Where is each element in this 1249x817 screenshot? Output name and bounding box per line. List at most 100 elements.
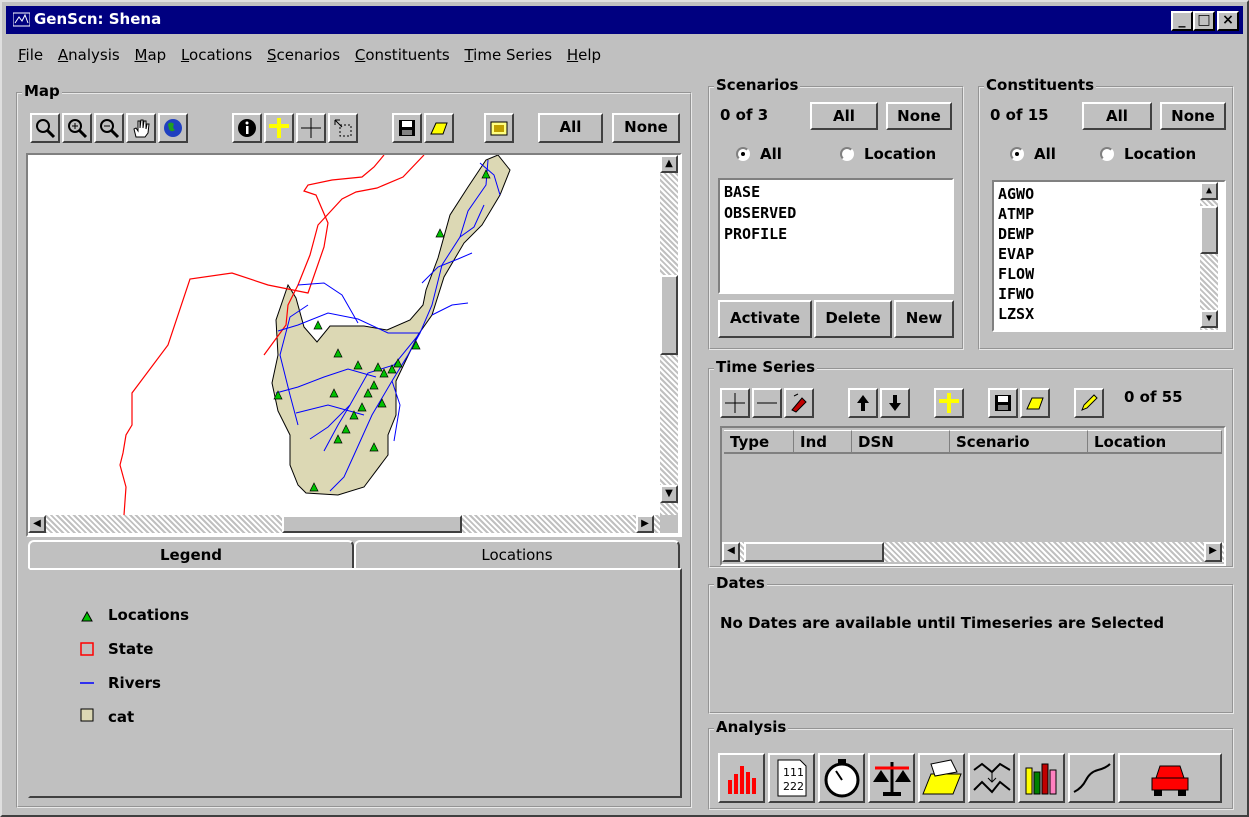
tab-legend[interactable]: Legend xyxy=(28,540,354,570)
zoom-extent-button[interactable] xyxy=(30,113,60,143)
constituents-scroll-up-button[interactable]: ▲ xyxy=(1200,182,1218,200)
frequency-analysis-button[interactable] xyxy=(968,753,1015,803)
menu-scenarios[interactable]: Scenarios xyxy=(267,46,340,64)
scenarios-radio-all[interactable] xyxy=(736,147,750,161)
constituents-vscroll-thumb[interactable] xyxy=(1200,206,1218,254)
select-timeseries-button[interactable] xyxy=(934,388,964,418)
close-button[interactable]: × xyxy=(1217,11,1239,31)
list-item[interactable]: DEWP xyxy=(998,224,1220,244)
legend-panel: Locations State Rivers cat xyxy=(28,568,682,798)
menu-analysis[interactable]: Analysis xyxy=(58,46,120,64)
timeseries-scroll-left-button[interactable]: ◀ xyxy=(722,542,740,562)
tab-locations[interactable]: Locations xyxy=(354,540,680,570)
menu-help[interactable]: Help xyxy=(567,46,601,64)
menu-file[interactable]: File xyxy=(18,46,43,64)
map-hscroll-thumb[interactable] xyxy=(282,515,462,533)
compare-analysis-button[interactable] xyxy=(868,753,915,803)
map-vscroll-thumb[interactable] xyxy=(660,275,678,355)
scenarios-radio-location[interactable] xyxy=(840,147,854,161)
list-item[interactable]: FLOW xyxy=(998,264,1220,284)
open-map-button[interactable] xyxy=(424,113,454,143)
constituents-none-button[interactable]: None xyxy=(1160,102,1226,130)
pencils-icon xyxy=(1025,763,1056,795)
graph-analysis-button[interactable] xyxy=(718,753,765,803)
move-up-button[interactable] xyxy=(848,388,878,418)
new-button[interactable]: New xyxy=(894,300,954,338)
minimize-button[interactable]: _ xyxy=(1171,11,1193,31)
column-header-ind[interactable]: Ind xyxy=(794,430,852,454)
crosshair-button[interactable] xyxy=(296,113,326,143)
pencil-icon xyxy=(1081,394,1098,411)
column-header-dsn[interactable]: DSN xyxy=(852,430,950,454)
edit-timeseries-button[interactable] xyxy=(1074,388,1104,418)
timeseries-hscroll-thumb[interactable] xyxy=(744,542,884,562)
map-scroll-down-button[interactable]: ▼ xyxy=(660,485,678,503)
file-analysis-button[interactable] xyxy=(918,753,965,803)
delete-button[interactable]: Delete xyxy=(814,300,892,338)
zoom-out-button[interactable] xyxy=(94,113,124,143)
state-legend-icon xyxy=(80,642,94,656)
column-header-type[interactable]: Type xyxy=(724,430,794,454)
move-down-button[interactable] xyxy=(880,388,910,418)
constituents-radio-location[interactable] xyxy=(1100,147,1114,161)
generate-analysis-button[interactable] xyxy=(1018,753,1065,803)
title-bar[interactable]: GenScn: Shena _ □ × xyxy=(6,6,1243,34)
scenarios-none-button[interactable]: None xyxy=(886,102,952,130)
menu-constituents[interactable]: Constituents xyxy=(355,46,450,64)
legend-label-locations: Locations xyxy=(108,606,190,624)
duration-analysis-button[interactable] xyxy=(818,753,865,803)
menu-map[interactable]: Map xyxy=(135,46,167,64)
list-item[interactable]: AGWO xyxy=(998,184,1220,204)
map-scroll-up-button[interactable]: ▲ xyxy=(660,155,678,173)
timeseries-table[interactable]: Type Ind DSN Scenario Location ◀ ▶ xyxy=(720,426,1226,566)
run-analysis-button[interactable] xyxy=(1118,753,1222,803)
constituents-scroll-down-button[interactable]: ▼ xyxy=(1200,310,1218,328)
menu-locations[interactable]: Locations xyxy=(181,46,252,64)
map-scroll-right-button[interactable]: ▶ xyxy=(636,515,654,533)
scenarios-all-button[interactable]: All xyxy=(810,102,878,130)
activate-button[interactable]: Activate xyxy=(718,300,812,338)
list-item[interactable]: BASE xyxy=(724,182,948,203)
maximize-button[interactable]: □ xyxy=(1193,11,1215,31)
save-timeseries-button[interactable] xyxy=(988,388,1018,418)
yellow-cross-icon xyxy=(269,118,289,138)
menu-bar: File Analysis Map Locations Scenarios Co… xyxy=(18,46,611,70)
pan-button[interactable] xyxy=(126,113,156,143)
zoom-in-button[interactable] xyxy=(62,113,92,143)
constituents-all-button[interactable]: All xyxy=(1082,102,1152,130)
identify-button[interactable] xyxy=(232,113,262,143)
scenarios-list[interactable]: BASE OBSERVED PROFILE xyxy=(718,178,954,294)
open-timeseries-button[interactable] xyxy=(1020,388,1050,418)
full-extent-button[interactable] xyxy=(158,113,188,143)
clear-timeseries-button[interactable] xyxy=(784,388,814,418)
map-group-label: Map xyxy=(22,82,62,100)
list-item[interactable]: EVAP xyxy=(998,244,1220,264)
constituents-list[interactable]: AGWO ATMP DEWP EVAP FLOW IFWO LZSX ▲ ▼ xyxy=(992,180,1226,332)
map-canvas[interactable]: ▲ ▼ ◀ ▶ xyxy=(26,153,682,537)
window-title: GenScn: Shena xyxy=(34,10,162,28)
save-map-button[interactable] xyxy=(392,113,422,143)
add-timeseries-button[interactable] xyxy=(720,388,750,418)
map-layers-button[interactable] xyxy=(484,113,514,143)
list-item[interactable]: PROFILE xyxy=(724,224,948,245)
list-item[interactable]: LZSX xyxy=(998,304,1220,324)
constituents-vscroll[interactable] xyxy=(1200,182,1218,330)
list-item[interactable]: IFWO xyxy=(998,284,1220,304)
minus-icon xyxy=(757,402,777,404)
constituents-radio-all[interactable] xyxy=(1010,147,1024,161)
remove-timeseries-button[interactable] xyxy=(752,388,782,418)
list-item[interactable]: OBSERVED xyxy=(724,203,948,224)
folder-icon xyxy=(1026,397,1044,410)
map-all-button[interactable]: All xyxy=(538,113,603,143)
list-item[interactable]: ATMP xyxy=(998,204,1220,224)
timeseries-scroll-right-button[interactable]: ▶ xyxy=(1204,542,1222,562)
column-header-location[interactable]: Location xyxy=(1088,430,1222,454)
column-header-scenario[interactable]: Scenario xyxy=(950,430,1088,454)
map-none-button[interactable]: None xyxy=(612,113,680,143)
menu-time-series[interactable]: Time Series xyxy=(464,46,552,64)
select-location-button[interactable] xyxy=(264,113,294,143)
curve-analysis-button[interactable] xyxy=(1068,753,1115,803)
list-analysis-button[interactable]: 111 222 xyxy=(768,753,815,803)
map-scroll-left-button[interactable]: ◀ xyxy=(28,515,46,533)
select-box-button[interactable] xyxy=(328,113,358,143)
